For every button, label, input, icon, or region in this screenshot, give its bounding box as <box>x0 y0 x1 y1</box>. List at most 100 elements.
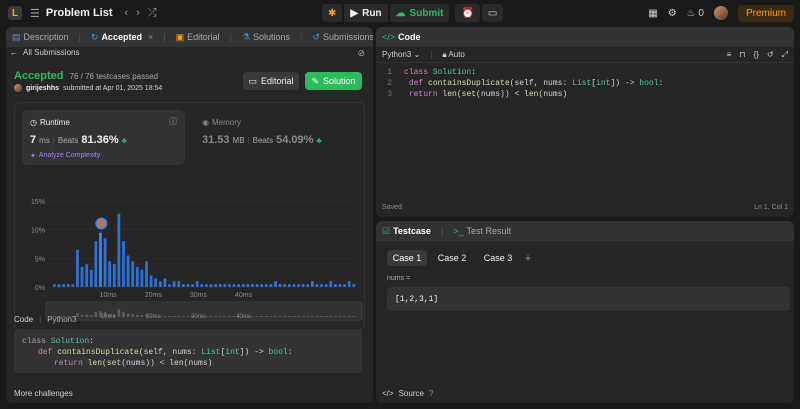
editorial-button[interactable]: ▭ Editorial <box>243 72 299 90</box>
code-language: Python3 <box>47 315 77 324</box>
code-brackets-icon: </> <box>382 389 394 398</box>
user-avatar[interactable] <box>713 6 728 20</box>
auto-mode-toggle[interactable]: 🔒︎ Auto <box>442 50 465 60</box>
case-1-button[interactable]: Case 1 <box>387 250 427 266</box>
nums-input[interactable]: [1,2,3,1] <box>387 287 790 311</box>
chip-icon: ◉ <box>202 118 209 127</box>
submitted-code-block[interactable]: class Solution: def containsDuplicate(se… <box>14 329 362 373</box>
runtime-value: 7 <box>30 134 37 146</box>
chart-bar <box>89 269 93 287</box>
analyze-complexity-link[interactable]: ✦ Analyze Complexity <box>30 152 100 160</box>
streak-counter[interactable]: ♨ 0 <box>687 8 704 19</box>
submissions-history-icon: ↺ <box>312 31 320 42</box>
runtime-card[interactable]: ◷ Runtime ⓘ 7 ms | Beats 81.36% ♣ ✦ Analyz… <box>22 110 185 165</box>
braces-icon[interactable]: {} <box>754 50 759 60</box>
chart-bar <box>232 284 236 287</box>
add-case-button[interactable]: + <box>520 250 536 266</box>
overview-bar <box>135 314 139 317</box>
document-icon: ▤ <box>12 31 21 42</box>
terminal-icon: >_ <box>453 226 464 236</box>
memory-beats-label: Beats <box>252 136 274 145</box>
tab-test-result[interactable]: >_ Test Result <box>453 226 511 236</box>
arrow-left-icon: ← <box>10 48 18 57</box>
user-avatar-marker <box>96 219 106 229</box>
tab-solutions[interactable]: ⚗ Solutions <box>242 32 290 43</box>
checkbox-icon: ☑ <box>382 225 391 236</box>
memory-card[interactable]: ◉ Memory 31.53 MB | Beats 54.09% ♣ <box>194 110 357 165</box>
fullscreen-icon[interactable]: ⤢ <box>782 50 788 60</box>
settings-gear-icon[interactable]: ⚙ <box>668 8 677 19</box>
chart-bar <box>140 269 144 287</box>
testcases-passed: 76 / 76 testcases passed <box>69 72 159 81</box>
tab-editorial[interactable]: ▣ Editorial <box>176 32 220 43</box>
tab-accepted[interactable]: ↻ Accepted × <box>91 32 153 43</box>
overview-tick-label: 10ms <box>101 314 116 320</box>
chart-bar <box>195 281 199 287</box>
x-tick-label: 40ms <box>235 292 253 299</box>
submit-button[interactable]: ☁ Submit <box>389 4 450 22</box>
submitter-avatar <box>14 84 22 92</box>
tab-code-label: Code <box>398 32 421 42</box>
overview-bar <box>338 316 342 317</box>
chart-bar <box>297 284 300 287</box>
tab-code[interactable]: </> Code <box>382 32 421 42</box>
shuffle-icon[interactable]: ⤮ <box>148 7 157 20</box>
source-footer[interactable]: </> Source? <box>382 389 433 398</box>
format-icon[interactable]: ≡ <box>727 50 732 60</box>
code-editor[interactable]: 1 class Solution: 2 def containsDuplicate… <box>376 67 663 100</box>
divider: | <box>39 315 42 324</box>
runtime-distribution-chart[interactable]: 15% 10% 5% 0% 10ms 20ms 30ms 40ms 10ms 20ms 30ms 40… <box>15 193 366 328</box>
submitter-line: girijeshhs submitted at Apr 01, 2025 18:… <box>14 84 162 92</box>
reset-icon[interactable]: ↺ <box>767 50 774 60</box>
timer-button[interactable]: ⏰ <box>455 4 480 22</box>
run-button[interactable]: ▶ Run <box>344 4 388 22</box>
tab-solutions-label: Solutions <box>253 32 291 42</box>
chart-bar <box>103 238 107 287</box>
x-tick-label: 20ms <box>145 292 163 299</box>
problem-list-icon[interactable]: ☰ <box>30 7 40 20</box>
premium-button[interactable]: Premium <box>737 4 794 22</box>
share-link-icon[interactable]: ⊘ <box>357 48 365 59</box>
next-problem-icon[interactable]: › <box>136 7 140 19</box>
left-tab-bar: ▤ Description | ↻ Accepted × | ▣ Editorial |… <box>6 27 373 47</box>
solution-button[interactable]: ✎ Solution <box>305 72 362 90</box>
chart-bar <box>320 284 323 287</box>
chart-bar <box>260 284 264 287</box>
debug-button[interactable]: ✱ <box>322 4 343 22</box>
prev-problem-icon[interactable]: ‹ <box>125 7 129 19</box>
back-to-submissions[interactable]: ← All Submissions <box>10 48 79 57</box>
case-2-button[interactable]: Case 2 <box>432 250 472 266</box>
leetcode-logo[interactable]: L <box>8 6 22 20</box>
overview-bar <box>80 314 84 317</box>
bookmark-icon[interactable]: ⊓ <box>739 50 745 60</box>
overview-bar <box>297 316 300 317</box>
analyze-complexity-label: Analyze Complexity <box>38 152 101 159</box>
test-tab-bar: ☑ Testcase | >_ Test Result <box>376 221 794 241</box>
close-tab-icon[interactable]: × <box>148 32 153 42</box>
tab-testcase[interactable]: ☑ Testcase <box>382 226 431 237</box>
overview-bar <box>329 316 333 317</box>
code-tab-bar: </> Code <box>376 27 794 47</box>
memory-beats-value: 54.09% <box>276 134 314 146</box>
line-number: 2 <box>387 79 392 88</box>
tab-description[interactable]: ▤ Description <box>12 32 69 43</box>
overview-bar <box>283 316 287 317</box>
auto-label: Auto <box>448 49 465 59</box>
submitter-name[interactable]: girijeshhs <box>26 85 59 92</box>
case-3-button[interactable]: Case 3 <box>478 250 518 266</box>
tab-divider: | <box>163 32 166 42</box>
info-icon[interactable]: ⓘ <box>169 116 177 127</box>
chart-bar <box>223 284 227 287</box>
notes-button[interactable]: ▭ <box>481 4 504 22</box>
tab-submissions[interactable]: ↺ Submissions <box>312 32 373 43</box>
x-tick-label: 10ms <box>100 292 118 299</box>
layout-grid-icon[interactable]: ▦ <box>648 8 657 19</box>
runtime-value-row: 7 ms | Beats 81.36% ♣ <box>30 134 127 146</box>
problem-list-link[interactable]: Problem List <box>46 7 113 19</box>
overview-bar <box>306 316 310 317</box>
beats-divider: | <box>247 136 250 145</box>
language-selector[interactable]: Python3 ⌄ <box>382 50 420 59</box>
chart-bar <box>71 284 75 287</box>
chart-bar <box>149 275 153 287</box>
chart-bar <box>228 284 231 287</box>
